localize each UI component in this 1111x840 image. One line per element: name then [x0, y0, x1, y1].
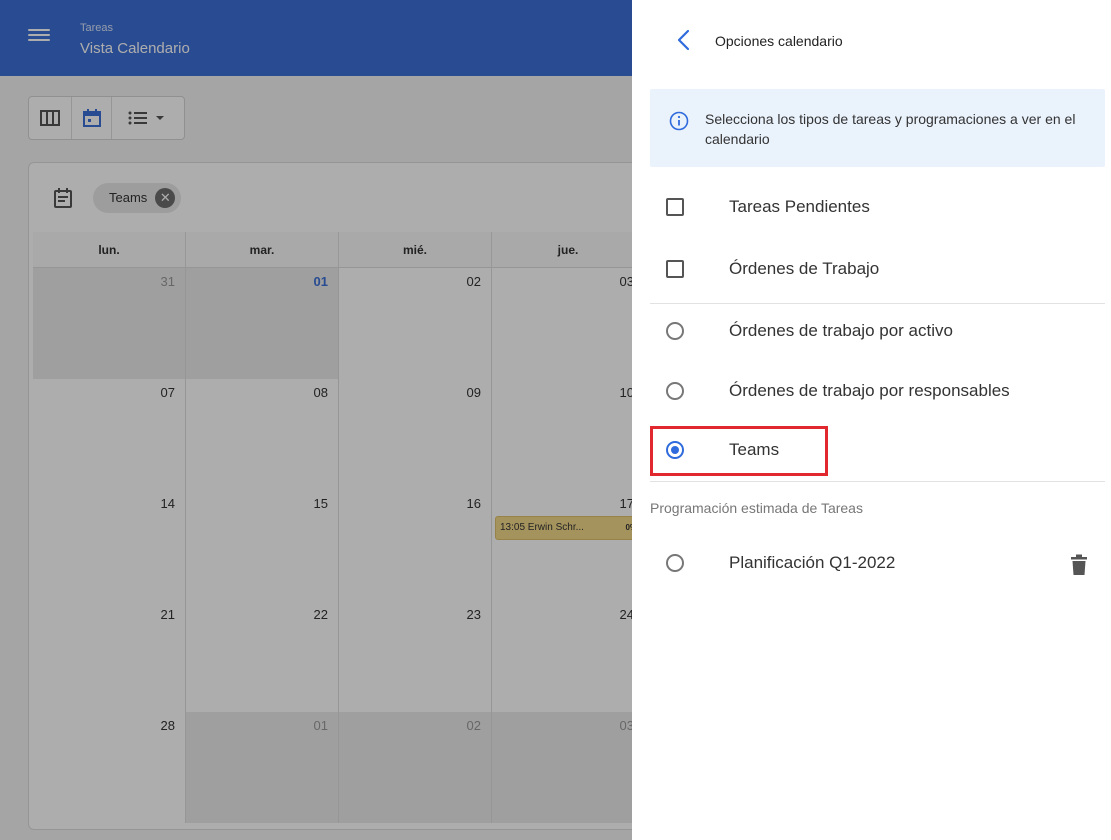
option-ot-por-activo[interactable]: Órdenes de trabajo por activo: [632, 306, 1111, 358]
divider: [650, 481, 1105, 482]
option-label: Órdenes de trabajo por responsables: [729, 381, 1010, 400]
info-text: Selecciona los tipos de tareas y program…: [705, 111, 1076, 147]
radio-button[interactable]: [666, 554, 684, 572]
drawer-title: Opciones calendario: [715, 33, 843, 49]
option-label: Órdenes de trabajo por activo: [729, 321, 953, 340]
option-label: Órdenes de Trabajo: [729, 259, 880, 278]
back-chevron-icon[interactable]: [672, 28, 696, 52]
info-banner: Selecciona los tipos de tareas y program…: [650, 89, 1105, 167]
schedule-item[interactable]: Planificación Q1-2022: [632, 538, 1111, 590]
option-ordenes-trabajo[interactable]: Órdenes de Trabajo: [632, 244, 1111, 296]
calendar-options-drawer: Opciones calendario Selecciona los tipos…: [632, 0, 1111, 840]
radio-button[interactable]: [666, 322, 684, 340]
option-label: Tareas Pendientes: [729, 197, 870, 216]
divider: [650, 303, 1105, 304]
schedule-label: Planificación Q1-2022: [729, 553, 896, 572]
checkbox[interactable]: [666, 198, 684, 216]
highlight-box: [650, 426, 828, 476]
info-icon: [669, 111, 689, 131]
checkbox[interactable]: [666, 260, 684, 278]
option-tareas-pendientes[interactable]: Tareas Pendientes: [632, 182, 1111, 234]
option-ot-por-responsables[interactable]: Órdenes de trabajo por responsables: [632, 366, 1111, 418]
section-label: Programación estimada de Tareas: [650, 500, 863, 516]
delete-icon[interactable]: [1070, 554, 1088, 576]
drawer-header: Opciones calendario: [632, 0, 1111, 80]
radio-button[interactable]: [666, 382, 684, 400]
